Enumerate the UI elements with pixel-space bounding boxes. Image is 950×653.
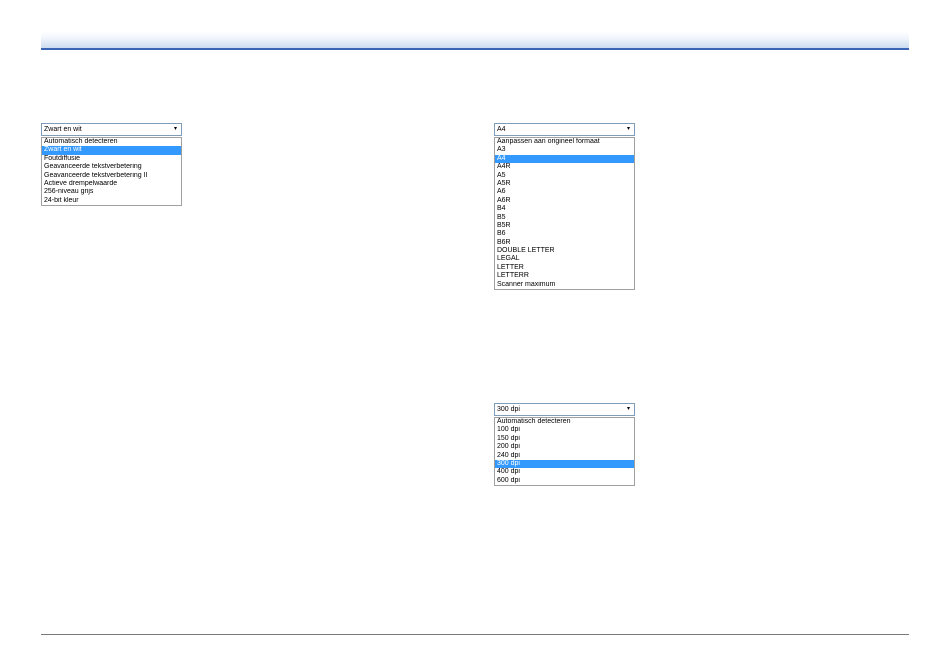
dropdown-option[interactable]: 100 dpi [495,426,634,434]
color-mode-select[interactable]: Zwart en wit ▾ [41,123,182,136]
dropdown-option[interactable]: A3 [495,146,634,154]
dropdown-option[interactable]: 400 dpi [495,468,634,476]
dropdown-option[interactable]: A6R [495,197,634,205]
resolution-select[interactable]: 300 dpi ▾ [494,403,635,416]
dropdown-option[interactable]: DOUBLE LETTER [495,247,634,255]
dropdown-option[interactable]: B6R [495,239,634,247]
header-band [41,31,909,49]
dropdown-option[interactable]: 240 dpi [495,452,634,460]
dropdown-option[interactable]: A6 [495,188,634,196]
dropdown-option[interactable]: Zwart en wit [42,146,181,155]
dropdown-option[interactable]: LETTERR [495,272,634,280]
dropdown-option[interactable]: LEGAL [495,255,634,263]
dropdown-option[interactable]: A4 [495,154,634,164]
dropdown-option[interactable]: Automatisch detecteren [495,418,634,426]
dropdown-option[interactable]: Scanner maximum [495,281,634,289]
dropdown-option[interactable]: Actieve drempelwaarde [42,180,181,188]
dropdown-option[interactable]: A5R [495,180,634,188]
dropdown-option[interactable]: 300 dpi [495,459,634,469]
dropdown-option[interactable]: 600 dpi [495,477,634,485]
dropdown-option[interactable]: Geavanceerde tekstverbetering [42,163,181,171]
dropdown-option[interactable]: B6 [495,230,634,238]
dropdown-option[interactable]: A4R [495,163,634,171]
dropdown-option[interactable]: Aanpassen aan origineel formaat [495,138,634,146]
page-size-value: A4 [497,126,506,133]
dropdown-option[interactable]: 200 dpi [495,443,634,451]
page-size-options: Aanpassen aan origineel formaat A3 A4 A4R A5… [494,137,635,291]
color-mode-value: Zwart en wit [44,126,82,133]
dropdown-option[interactable]: A5 [495,172,634,180]
page-size-dropdown: A4 ▾ Aanpassen aan origineel formaat A3 A4… [494,123,635,291]
color-mode-options: Automatisch detecteren Zwart en wit Foutdi… [41,137,182,207]
resolution-dropdown: 300 dpi ▾ Automatisch detecteren 100 dpi 1… [494,403,635,487]
footer-rule [41,634,909,635]
dropdown-option[interactable]: 24-bit kleur [42,197,181,205]
chevron-down-icon[interactable]: ▾ [624,125,633,134]
dropdown-option[interactable]: B5R [495,222,634,230]
dropdown-option[interactable]: Foutdiffusie [42,155,181,163]
dropdown-option[interactable]: B5 [495,214,634,222]
dropdown-option[interactable]: Automatisch detecteren [42,138,181,146]
page-size-select[interactable]: A4 ▾ [494,123,635,136]
dropdown-option[interactable]: B4 [495,205,634,213]
color-mode-dropdown: Zwart en wit ▾ Automatisch detecteren Zwa… [41,123,182,207]
chevron-down-icon[interactable]: ▾ [624,405,633,414]
resolution-options: Automatisch detecteren 100 dpi 150 dpi 200 … [494,417,635,487]
resolution-value: 300 dpi [497,406,520,413]
dropdown-option[interactable]: LETTER [495,264,634,272]
chevron-down-icon[interactable]: ▾ [171,125,180,134]
dropdown-option[interactable]: 256-niveau grijs [42,188,181,196]
dropdown-option[interactable]: Geavanceerde tekstverbetering II [42,172,181,180]
dropdown-option[interactable]: 150 dpi [495,435,634,443]
header-rule [41,48,909,50]
